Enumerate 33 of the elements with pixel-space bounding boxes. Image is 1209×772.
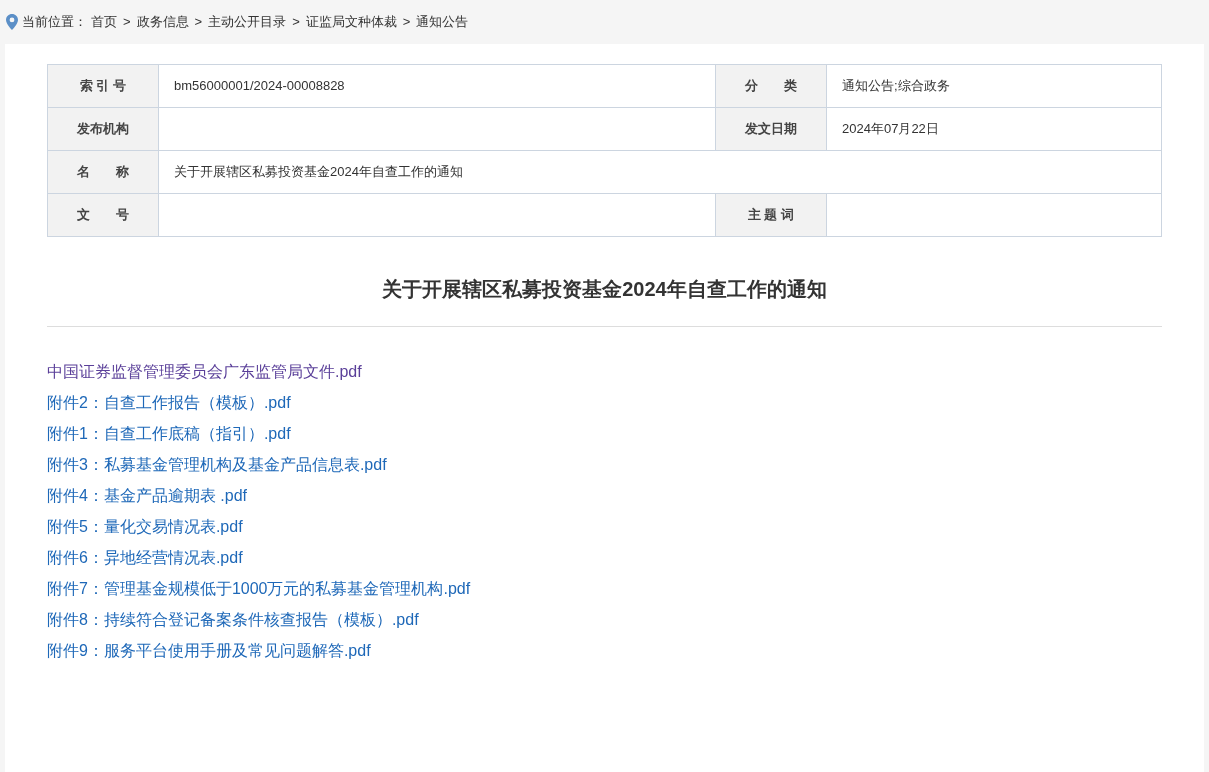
- field-value: 通知公告;综合政务: [826, 64, 1162, 108]
- attachment-link[interactable]: 附件5：量化交易情况表.pdf: [47, 511, 243, 542]
- field-value: bm56000001/2024-00008828: [158, 64, 716, 108]
- breadcrumb-link[interactable]: 通知公告: [416, 12, 469, 32]
- field-value: 2024年07月22日: [826, 107, 1162, 151]
- breadcrumb-link[interactable]: 主动公开目录: [208, 12, 287, 32]
- field-label: 文 号: [47, 193, 159, 237]
- field-label: 名 称: [47, 150, 159, 194]
- attachment-link[interactable]: 附件3：私募基金管理机构及基金产品信息表.pdf: [47, 449, 387, 480]
- breadcrumb-separator: >: [292, 13, 300, 32]
- article-title: 关于开展辖区私募投资基金2024年自查工作的通知: [381, 277, 828, 302]
- field-label: 分 类: [715, 64, 827, 108]
- field-label: 发布机构: [47, 107, 159, 151]
- field-label: 发文日期: [715, 107, 827, 151]
- attachment-link[interactable]: 中国证券监督管理委员会广东监管局文件.pdf: [47, 356, 362, 387]
- field-label: 主 题 词: [715, 193, 827, 237]
- attachment-link[interactable]: 附件2：自查工作报告（模板）.pdf: [47, 387, 291, 418]
- field-value: 关于开展辖区私募投资基金2024年自查工作的通知: [158, 150, 1162, 194]
- attachment-link[interactable]: 附件1：自查工作底稿（指引）.pdf: [47, 418, 291, 449]
- attachment-link[interactable]: 附件8：持续符合登记备案条件核查报告（模板）.pdf: [47, 604, 419, 635]
- attachment-link[interactable]: 附件4：基金产品逾期表 .pdf: [47, 480, 248, 511]
- breadcrumb-separator: >: [123, 13, 131, 32]
- attachment-link[interactable]: 附件6：异地经营情况表.pdf: [47, 542, 243, 573]
- attachment-link[interactable]: 附件7：管理基金规模低于1000万元的私募基金管理机构.pdf: [47, 573, 471, 604]
- breadcrumb-link[interactable]: 证监局文种体裁: [305, 12, 397, 32]
- location-pin-icon: [6, 14, 18, 30]
- field-label: 索 引 号: [47, 64, 159, 108]
- breadcrumb-link[interactable]: 政务信息: [136, 12, 189, 32]
- attachment-link[interactable]: 附件9：服务平台使用手册及常见问题解答.pdf: [47, 635, 371, 666]
- breadcrumb-separator: >: [194, 13, 203, 32]
- breadcrumb-label: 当前位置：: [22, 13, 87, 32]
- breadcrumb-separator: >: [402, 13, 411, 32]
- breadcrumb-link[interactable]: 首页: [91, 12, 117, 32]
